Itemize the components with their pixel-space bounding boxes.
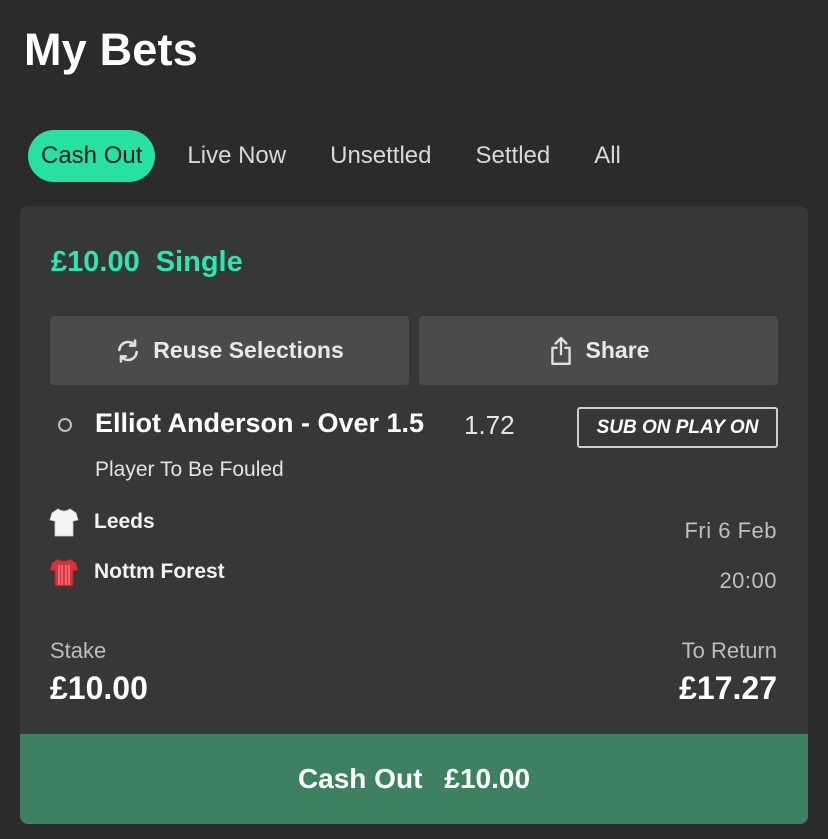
cash-out-amount: £10.00 [444,763,531,794]
away-team-name: Nottm Forest [94,560,225,583]
home-team-name: Leeds [94,510,155,533]
reuse-selections-label: Reuse Selections [153,337,344,363]
white-shirt-icon [49,508,79,537]
to-return-value: £17.27 [679,670,777,706]
refresh-icon [118,338,139,363]
red-shirt-icon [49,558,79,587]
tab-cash-out[interactable]: Cash Out [28,130,156,182]
to-return-label: To Return [681,638,777,663]
tab-settled[interactable]: Settled [464,130,563,182]
bet-type: Single [155,246,243,278]
event-date: Fri 6 Feb [684,518,777,543]
share-label: Share [585,337,650,363]
reuse-selections-button[interactable]: Reuse Selections [50,316,409,385]
selection-status-indicator [58,418,72,432]
event-time: 20:00 [719,568,777,593]
cash-out-button[interactable]: Cash Out £10.00 [20,734,808,824]
bet-card: £10.00 Single Reuse Selections Share Elli… [20,206,808,824]
bet-header: £10.00 Single [51,246,243,279]
page-title: My Bets [24,24,198,75]
stake-label: Stake [50,638,107,663]
stake-value: £10.00 [50,670,148,706]
home-team: Leeds [48,506,155,538]
share-icon [550,336,571,365]
tab-all[interactable]: All [582,130,633,182]
tab-unsettled[interactable]: Unsettled [318,130,443,182]
share-button[interactable]: Share [419,316,778,385]
away-team: Nottm Forest [48,556,225,588]
selection-name: Elliot Anderson - Over 1.5 [95,408,425,438]
bet-stake-header: £10.00 [51,246,140,278]
selection-odds: 1.72 [464,410,515,440]
selection-market: Player To Be Fouled [95,458,284,481]
cash-out-label: Cash Out [297,763,423,794]
tab-live-now[interactable]: Live Now [175,130,298,182]
bet-filter-tabs: Cash Out Live Now Unsettled Settled All [28,130,653,182]
my-bets-page: My Bets Cash Out Live Now Unsettled Sett… [0,0,828,839]
sub-on-play-on-badge: SUB ON PLAY ON [577,407,778,448]
